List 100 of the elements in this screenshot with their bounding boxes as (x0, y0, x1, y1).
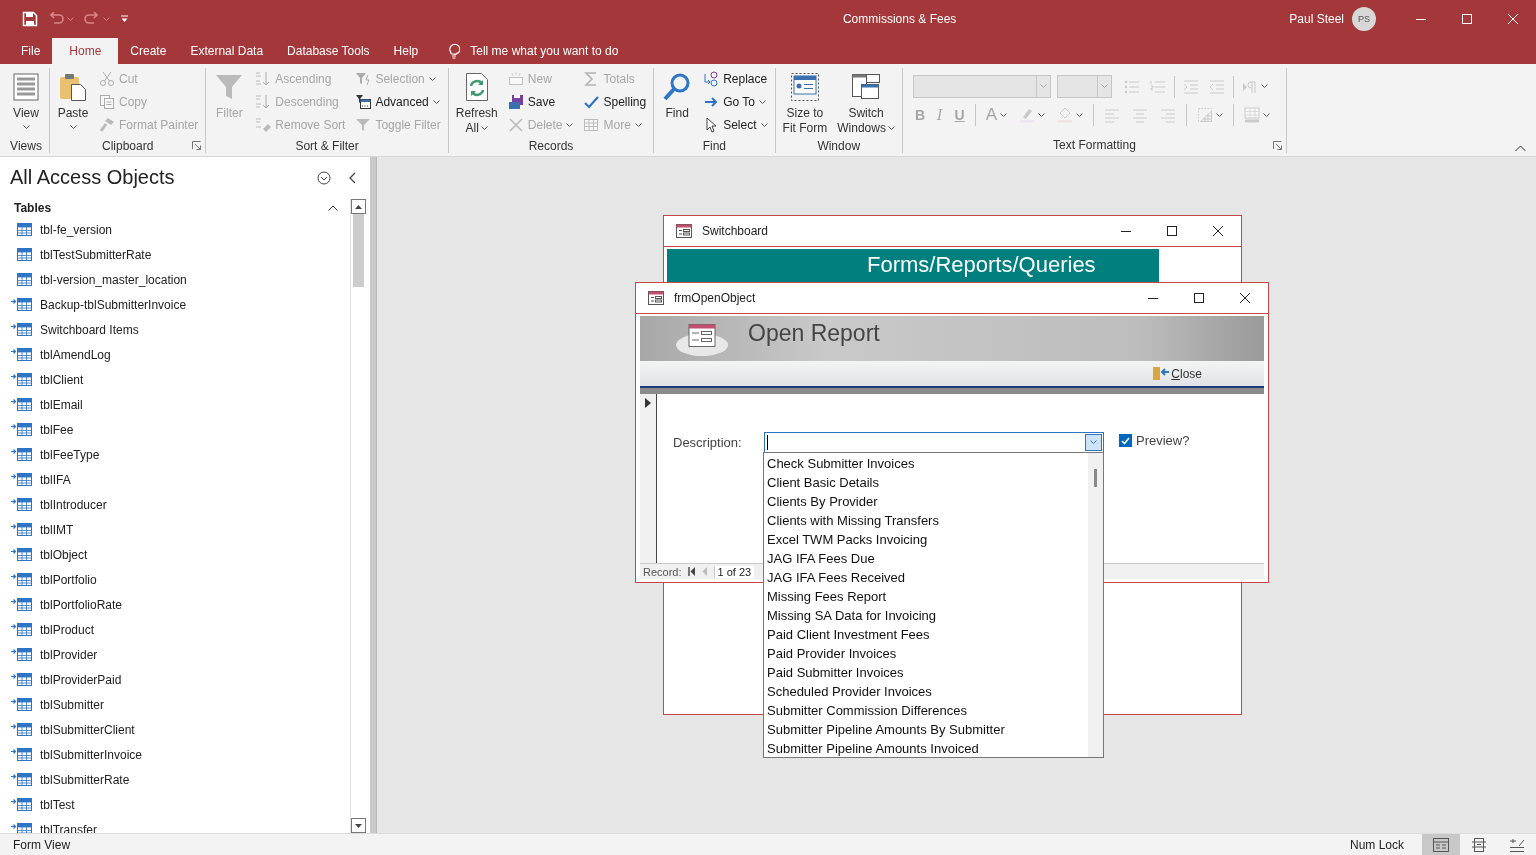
paintbrush-icon (99, 117, 115, 133)
save-button[interactable] (22, 11, 38, 27)
chevron-circle-icon (317, 170, 331, 185)
advanced-button[interactable]: Advanced (352, 91, 444, 113)
linked-table-icon (11, 697, 32, 712)
size-to-fit-form-button[interactable]: Size to Fit Form (779, 68, 831, 138)
customize-toolbar-button[interactable] (120, 15, 129, 23)
ribbon-tab[interactable]: External Data (178, 38, 276, 64)
list-option[interactable]: Submitter Commission Differences (764, 701, 1088, 720)
caret-icon (69, 125, 77, 130)
navigation-item[interactable]: tblIFA (0, 467, 350, 492)
chevron-left-icon (348, 171, 356, 184)
replace-button[interactable]: Replace (700, 68, 771, 90)
navigation-item[interactable]: tblProviderPaid (0, 667, 350, 692)
go-to-button[interactable]: Go To (700, 91, 771, 113)
navigation-item[interactable]: tblProvider (0, 642, 350, 667)
find-button[interactable]: Find (658, 68, 697, 138)
caret-icon (1260, 84, 1268, 89)
new-record-icon (507, 71, 524, 87)
close-icon (1508, 14, 1518, 24)
navigation-item[interactable]: Backup-tblSubmitterInvoice (0, 292, 350, 317)
form-view-button[interactable] (1422, 833, 1460, 855)
navigation-item[interactable]: tblIntroducer (0, 492, 350, 517)
close-form-button[interactable]: Close (1152, 366, 1202, 381)
scroll-bar[interactable] (1088, 453, 1103, 757)
record-position-field[interactable]: 1 of 23 (713, 565, 755, 578)
ribbon-tab[interactable]: Help (381, 38, 431, 64)
linked-table-icon (11, 747, 32, 762)
caret-icon (1076, 112, 1084, 118)
scroll-down-button[interactable] (351, 818, 366, 833)
user-avatar[interactable]: PS (1352, 7, 1376, 31)
caret-icon (759, 99, 766, 105)
select-button[interactable]: Select (700, 114, 771, 136)
list-option[interactable]: Paid Client Investment Fees (764, 625, 1088, 644)
list-option[interactable]: Missing Fees Report (764, 587, 1088, 606)
refresh-all-button[interactable]: Refresh All (452, 68, 501, 138)
navigation-item[interactable]: tblFee (0, 417, 350, 442)
navigation-item[interactable]: tblObject (0, 542, 350, 567)
ribbon-tab[interactable]: Home (52, 38, 119, 64)
linked-table-icon (11, 397, 32, 412)
list-option[interactable]: Check Submitter Invoices (764, 454, 1088, 473)
first-record-button[interactable] (687, 567, 696, 576)
record-selector[interactable] (640, 394, 657, 563)
navigation-item[interactable]: tblClient (0, 367, 350, 392)
preview-checkbox[interactable] (1119, 434, 1132, 447)
first-record-icon (687, 567, 696, 576)
navigation-item[interactable]: tblEmail (0, 392, 350, 417)
list-option[interactable]: Paid Provider Invoices (764, 644, 1088, 663)
tell-me-field[interactable]: Tell me what you want to do (470, 44, 671, 58)
navigation-item[interactable]: tblProduct (0, 617, 350, 642)
list-option[interactable]: Scheduled Provider Invoices (764, 682, 1088, 701)
list-option[interactable]: Excel TWM Packs Invoicing (764, 530, 1088, 549)
linked-table-icon (11, 597, 32, 612)
navigation-item[interactable]: tblAmendLog (0, 342, 350, 367)
list-option[interactable]: Submitter Pipeline Amounts By Submitter (764, 720, 1088, 739)
scroll-bar[interactable] (350, 199, 366, 833)
navigation-item[interactable]: tblSubmitterRate (0, 767, 350, 792)
navigation-item[interactable]: tblSubmitter (0, 692, 350, 717)
list-option[interactable]: Client Basic Details (764, 473, 1088, 492)
navigation-item[interactable]: tblSubmitterClient (0, 717, 350, 742)
navigation-item[interactable]: tblPortfolio (0, 567, 350, 592)
scroll-up-button[interactable] (351, 199, 366, 214)
pane-menu-button[interactable] (316, 169, 332, 186)
navigation-item[interactable]: tblTest (0, 792, 350, 817)
group-label: Text Formatting (1053, 138, 1136, 152)
ribbon-tab[interactable]: Create (118, 38, 179, 64)
list-option[interactable]: Paid Submitter Invoices (764, 663, 1088, 682)
scroll-thumb[interactable] (353, 214, 364, 287)
ribbon-tab[interactable]: File (9, 38, 53, 64)
navigation-item[interactable]: tbl-fe_version (0, 217, 350, 242)
scroll-thumb[interactable] (1094, 469, 1097, 487)
spelling-button[interactable]: Spelling (580, 91, 650, 113)
paste-button[interactable]: Paste (54, 68, 92, 138)
banner-title: Forms/Reports/Queries (867, 252, 1096, 278)
switch-windows-button[interactable]: Switch Windows (834, 68, 898, 138)
list-option[interactable]: JAG IFA Fees Due (764, 549, 1088, 568)
list-option[interactable]: Clients with Missing Transfers (764, 511, 1088, 530)
list-option[interactable]: JAG IFA Fees Received (764, 568, 1088, 587)
list-option[interactable]: Submitter Pipeline Amounts Invoiced (764, 739, 1088, 758)
list-option[interactable]: Missing SA Data for Invoicing (764, 606, 1088, 625)
save-button[interactable]: Save (504, 91, 577, 113)
description-combo[interactable] (764, 432, 1104, 453)
view-button[interactable]: View (7, 68, 45, 138)
navigation-item[interactable]: tblSubmitterInvoice (0, 742, 350, 767)
previous-record-button[interactable] (701, 567, 708, 576)
navigation-item[interactable]: tblIMT (0, 517, 350, 542)
navigation-item[interactable]: tblPortfolioRate (0, 592, 350, 617)
navigation-item[interactable]: tblTestSubmitterRate (0, 242, 350, 267)
group-label: Records (528, 138, 574, 153)
layout-view-icon (1471, 837, 1487, 852)
ribbon-tab[interactable]: Database Tools (275, 38, 382, 64)
copy-icon (99, 94, 115, 110)
linked-table-icon (11, 722, 32, 737)
linked-table-icon (11, 297, 32, 312)
navigation-item[interactable]: Switchboard Items (0, 317, 350, 342)
section-header[interactable]: Tables (0, 198, 350, 217)
navigation-item[interactable]: tbl-version_master_location (0, 267, 350, 292)
record-label: Record: (643, 565, 682, 578)
list-option[interactable]: Clients By Provider (764, 492, 1088, 511)
navigation-item[interactable]: tblFeeType (0, 442, 350, 467)
